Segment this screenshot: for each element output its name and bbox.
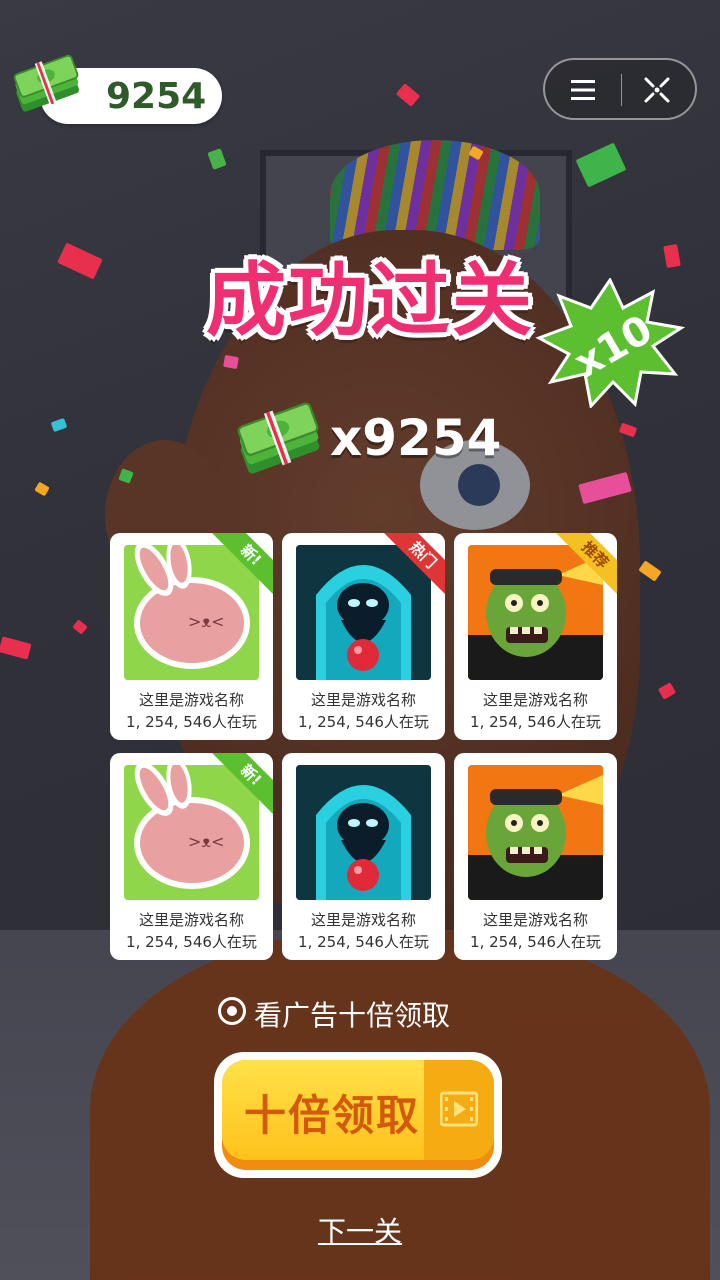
video-play-icon	[440, 1091, 478, 1127]
game-card[interactable]: 推荐 这里是游戏名称 1, 254, 546人在玩	[454, 533, 617, 740]
game-thumbnail-shadow	[296, 765, 431, 900]
menu-capsule	[543, 58, 697, 120]
game-thumbnail-zombie	[468, 545, 603, 680]
target-close-icon	[644, 77, 670, 103]
close-button[interactable]	[627, 68, 687, 112]
game-card[interactable]: >ᴥ< 新! 这里是游戏名称 1, 254, 546人在玩	[110, 533, 273, 740]
video-badge	[424, 1060, 494, 1160]
game-name: 这里是游戏名称	[138, 691, 244, 709]
claim-button-label: 十倍领取	[244, 1091, 421, 1140]
claim-button-shadow: 十倍领取	[222, 1060, 494, 1170]
game-name: 这里是游戏名称	[310, 911, 416, 929]
claim-button-face: 十倍领取	[222, 1060, 494, 1160]
menu-button[interactable]	[553, 68, 613, 112]
svg-text:>ᴥ<: >ᴥ<	[188, 832, 225, 851]
next-level-link[interactable]: 下一关	[0, 1210, 720, 1250]
reward-summary: x9254	[228, 395, 502, 485]
game-card[interactable]: 这里是游戏名称 1, 254, 546人在玩	[282, 753, 445, 960]
cash-stack-icon	[237, 402, 320, 474]
game-name: 这里是游戏名称	[138, 911, 244, 929]
shadow-creature-art	[296, 765, 431, 900]
game-thumbnail-bunny: >ᴥ<	[124, 765, 259, 900]
confetti-piece	[223, 354, 239, 370]
reward-amount: x9254	[330, 409, 502, 467]
game-player-count: 1, 254, 546人在玩	[126, 713, 257, 731]
game-name: 这里是游戏名称	[310, 691, 416, 709]
game-player-count: 1, 254, 546人在玩	[298, 933, 429, 951]
radio-selected-icon[interactable]	[218, 997, 246, 1025]
claim-ten-times-button[interactable]: 十倍领取	[214, 1052, 502, 1178]
zombie-art	[468, 545, 603, 680]
bunny-art: >ᴥ<	[124, 545, 259, 680]
zombie-art	[468, 765, 603, 900]
watch-ad-label: 看广告十倍领取	[254, 999, 451, 1032]
menu-divider	[621, 74, 622, 106]
game-thumbnail-zombie	[468, 765, 603, 900]
game-thumbnail-shadow	[296, 545, 431, 680]
cash-stack-icon	[13, 54, 80, 112]
shadow-creature-art	[296, 545, 431, 680]
game-thumbnail-bunny: >ᴥ<	[124, 545, 259, 680]
game-card[interactable]: 这里是游戏名称 1, 254, 546人在玩	[454, 753, 617, 960]
cash-amount: 9254	[106, 76, 207, 117]
svg-text:>ᴥ<: >ᴥ<	[188, 612, 225, 631]
game-player-count: 1, 254, 546人在玩	[470, 933, 601, 951]
game-player-count: 1, 254, 546人在玩	[126, 933, 257, 951]
game-player-count: 1, 254, 546人在玩	[298, 713, 429, 731]
multiplier-badge: x10	[535, 278, 685, 408]
game-name: 这里是游戏名称	[482, 691, 588, 709]
game-name: 这里是游戏名称	[482, 911, 588, 929]
game-card[interactable]: 热门 这里是游戏名称 1, 254, 546人在玩	[282, 533, 445, 740]
bunny-art: >ᴥ<	[124, 765, 259, 900]
game-player-count: 1, 254, 546人在玩	[470, 713, 601, 731]
menu-lines-icon	[571, 80, 595, 100]
game-card[interactable]: >ᴥ< 新! 这里是游戏名称 1, 254, 546人在玩	[110, 753, 273, 960]
